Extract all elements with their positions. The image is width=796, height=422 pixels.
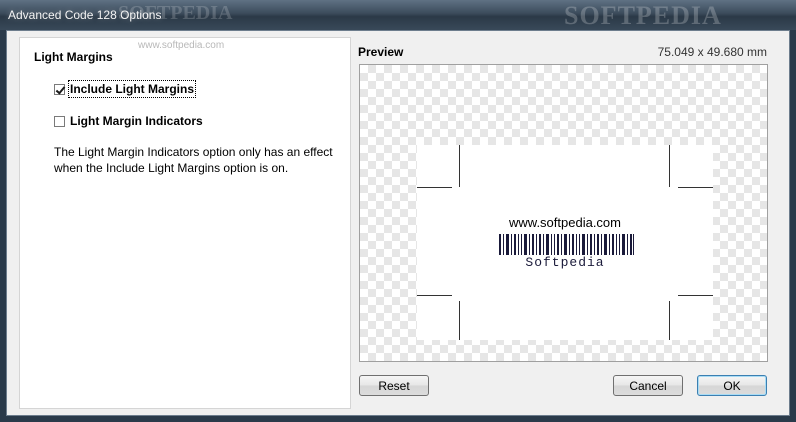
preview-heading: Preview: [358, 45, 404, 59]
margin-mark-top-right-v: [669, 145, 670, 187]
label-preview: www.softpedia.com Softpedia: [417, 145, 713, 340]
label-barcode-text: Softpedia: [525, 255, 605, 270]
title-bar[interactable]: Advanced Code 128 Options SOFTPEDIA SOFT…: [0, 0, 796, 30]
light-margin-indicators-label[interactable]: Light Margin Indicators: [69, 113, 204, 129]
watermark-url: www.softpedia.com: [138, 40, 225, 51]
cancel-button[interactable]: Cancel: [613, 375, 683, 396]
light-margins-heading: Light Margins: [34, 50, 113, 64]
margin-mark-bottom-right-v: [669, 301, 670, 340]
barcode-image: [499, 234, 634, 255]
light-margin-indicators-checkbox[interactable]: [54, 115, 65, 127]
margin-mark-top-right-h: [678, 187, 713, 188]
preview-area: www.softpedia.com Softpedia: [359, 64, 768, 362]
dialog-body: www.softpedia.com Light Margins Include …: [6, 30, 790, 416]
dialog-window: Advanced Code 128 Options SOFTPEDIA SOFT…: [0, 0, 796, 422]
light-margins-panel: www.softpedia.com Light Margins Include …: [19, 37, 351, 409]
light-margins-note: The Light Margin Indicators option only …: [54, 145, 333, 175]
margin-mark-top-left-h: [417, 187, 452, 188]
include-light-margins-label[interactable]: Include Light Margins: [67, 80, 197, 98]
margin-mark-top-left-v: [459, 145, 460, 187]
include-light-margins-checkbox[interactable]: [54, 83, 65, 95]
label-url-text: www.softpedia.com: [509, 215, 621, 230]
include-light-margins-option[interactable]: Include Light Margins: [54, 80, 197, 98]
preview-dimensions: 75.049 x 49.680 mm: [657, 45, 767, 59]
margin-mark-bottom-left-h: [417, 295, 452, 296]
reset-button[interactable]: Reset: [359, 375, 429, 396]
watermark-logo: SOFTPEDIA: [564, 1, 722, 30]
watermark-logo-small: SOFTPEDIA: [118, 2, 233, 24]
margin-mark-bottom-left-v: [459, 301, 460, 340]
margin-mark-bottom-right-h: [678, 295, 713, 296]
ok-button[interactable]: OK: [697, 375, 767, 396]
light-margin-indicators-option[interactable]: Light Margin Indicators: [54, 113, 204, 129]
